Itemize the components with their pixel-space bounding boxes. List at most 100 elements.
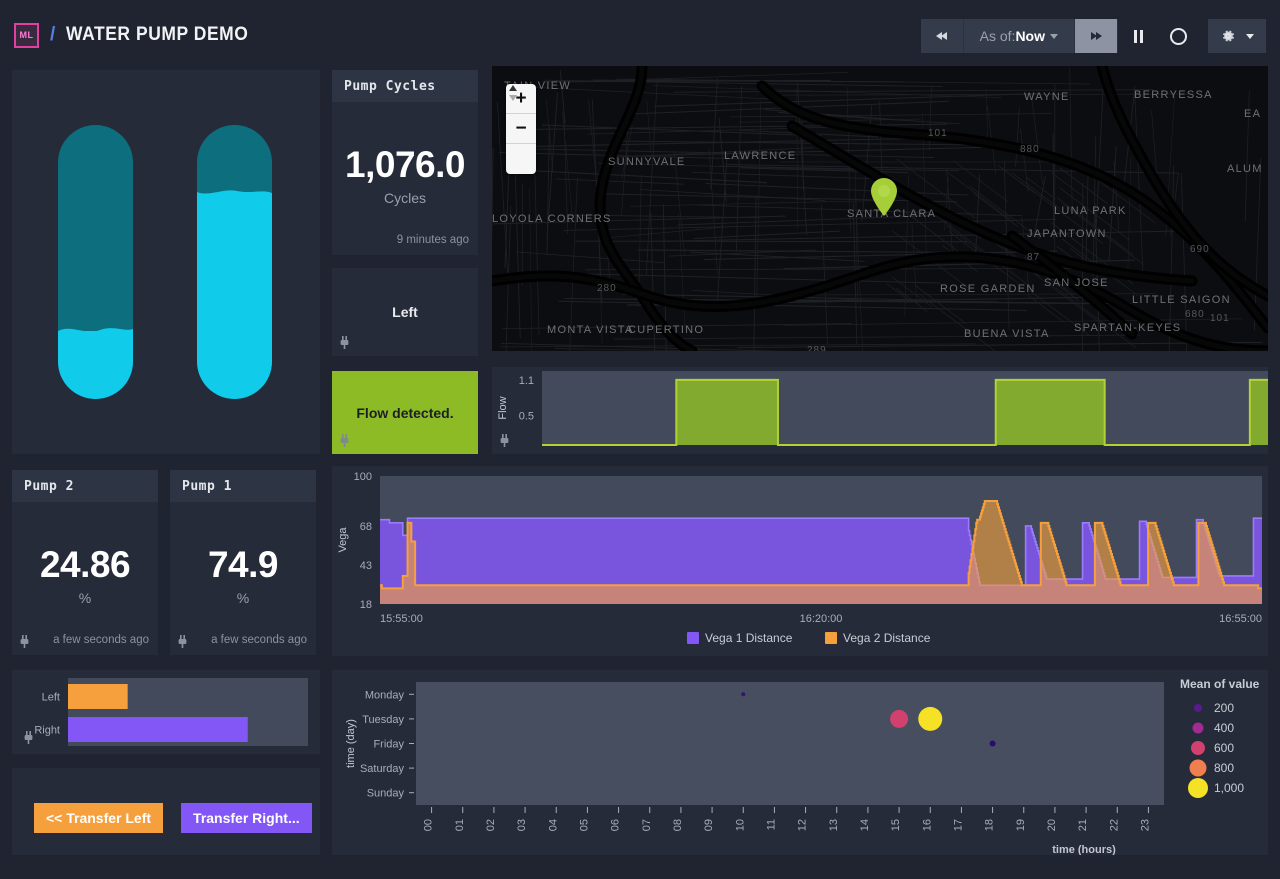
step-back-button[interactable] <box>920 19 964 53</box>
page-title: WATER PUMP DEMO <box>66 24 249 45</box>
tank-gauge-right <box>197 125 272 399</box>
svg-text:08: 08 <box>672 819 684 831</box>
map-road-label: 87 <box>1027 252 1041 263</box>
flow-timeseries-panel: Flow 0.5 1.1 <box>492 367 1268 454</box>
transfer-left-button[interactable]: << Transfer Left <box>34 803 164 833</box>
svg-text:Mean of value: Mean of value <box>1180 677 1260 691</box>
map-zoom-out-button[interactable]: − <box>506 114 536 144</box>
svg-text:00: 00 <box>423 819 435 831</box>
pump1-value: 74.9 <box>207 544 279 585</box>
svg-text:10: 10 <box>734 819 746 831</box>
svg-text:Monday: Monday <box>365 689 405 701</box>
svg-text:18: 18 <box>360 599 372 611</box>
svg-text:17: 17 <box>952 819 964 831</box>
pump1-timestamp: a few seconds ago <box>211 634 307 646</box>
left-indicator-label: Left <box>392 304 418 320</box>
map-panel[interactable]: + − TAIN VIEW SUNNYVALE LAWRENCE LOYOLA COR… <box>492 66 1268 351</box>
chevron-down-icon <box>1246 33 1254 39</box>
app-logo-icon[interactable]: ML <box>14 22 39 48</box>
svg-text:Sunday: Sunday <box>367 788 405 800</box>
svg-text:01: 01 <box>454 819 466 831</box>
svg-text:02: 02 <box>485 819 497 831</box>
tank-right-fill <box>197 193 272 399</box>
map-marker-icon[interactable] <box>870 178 898 216</box>
step-forward-button[interactable] <box>1075 19 1118 53</box>
plug-icon <box>500 434 509 447</box>
tank-left-wave-icon <box>58 328 133 335</box>
svg-text:Left: Left <box>42 692 60 704</box>
as-of-prefix: As of: <box>979 28 1016 44</box>
svg-text:18: 18 <box>984 819 996 831</box>
plug-icon <box>24 731 33 744</box>
svg-text:12: 12 <box>797 819 809 831</box>
rewind-icon <box>935 32 947 40</box>
refresh-icon <box>1169 27 1187 45</box>
refresh-button[interactable] <box>1158 19 1198 53</box>
pump-cycles-timestamp: 9 minutes ago <box>396 234 469 246</box>
transfer-bars-panel: Left Right <box>12 670 320 754</box>
svg-text:Vega 1 Distance: Vega 1 Distance <box>705 631 793 645</box>
svg-text:09: 09 <box>703 819 715 831</box>
svg-text:15: 15 <box>890 819 902 831</box>
svg-text:Right: Right <box>34 725 60 737</box>
vega-chart-svg: Vega 18 43 68 100 15:55:00 16:20:00 16:55:00 Veg… <box>337 471 1262 645</box>
pump-cycles-body: 1,076.0 Cycles 9 minutes ago <box>332 102 478 255</box>
pump1-panel: Pump 1 74.9 % a few seconds ago <box>170 470 316 655</box>
svg-text:20: 20 <box>1046 819 1058 831</box>
map-road-label: 101 <box>928 128 948 139</box>
pump1-units: % <box>236 590 250 606</box>
svg-text:16:55:00: 16:55:00 <box>1219 613 1262 625</box>
map-road-label: 680 <box>1185 309 1205 320</box>
tank-gauges-panel <box>12 70 320 454</box>
pump2-timestamp: a few seconds ago <box>53 634 149 646</box>
svg-text:05: 05 <box>578 819 590 831</box>
plug-icon <box>340 434 349 447</box>
map-zoom-controls[interactable]: + − <box>506 84 536 174</box>
top-bar: ML / WATER PUMP DEMO As of: Now <box>0 0 1280 70</box>
svg-text:07: 07 <box>641 819 653 831</box>
svg-text:21: 21 <box>1077 819 1089 831</box>
chevron-down-icon <box>1050 33 1058 39</box>
pump2-body: 24.86 % a few seconds ago <box>12 502 158 655</box>
pump2-units: % <box>78 590 92 606</box>
svg-text:43: 43 <box>360 560 372 572</box>
gear-icon <box>1223 30 1234 42</box>
transfer-right-button[interactable]: Transfer Right... <box>181 803 312 833</box>
svg-text:11: 11 <box>765 819 777 830</box>
tank-right-wave-icon <box>197 190 272 198</box>
map-road-label: 690 <box>1190 244 1210 255</box>
as-of-dropdown[interactable]: As of: Now <box>963 19 1075 53</box>
svg-text:68: 68 <box>360 521 372 533</box>
map-road-label: 280 <box>597 283 617 294</box>
svg-text:Flow: Flow <box>497 396 509 419</box>
map-road-label: 101 <box>1210 313 1230 324</box>
tank-gauge-left <box>58 125 133 399</box>
svg-text:06: 06 <box>610 819 622 831</box>
svg-text:100: 100 <box>354 471 372 483</box>
svg-text:1.1: 1.1 <box>519 375 534 387</box>
bars-chart-svg: Left Right <box>34 678 308 746</box>
svg-text:Vega: Vega <box>337 527 349 553</box>
transfer-buttons-panel: << Transfer Left Transfer Right... <box>12 768 320 855</box>
breadcrumb-separator: / <box>50 24 56 45</box>
settings-button[interactable] <box>1208 19 1266 53</box>
breadcrumb: ML / WATER PUMP DEMO <box>0 22 265 48</box>
svg-text:16: 16 <box>921 819 933 831</box>
flow-alert-text: Flow detected. <box>356 404 454 421</box>
svg-text:Tuesday: Tuesday <box>362 714 404 726</box>
svg-text:time (hours): time (hours) <box>1052 844 1116 855</box>
svg-text:Saturday: Saturday <box>360 763 405 775</box>
fast-forward-icon <box>1091 32 1102 40</box>
pump1-body: 74.9 % a few seconds ago <box>170 502 316 655</box>
svg-text:14: 14 <box>859 819 871 831</box>
svg-text:23: 23 <box>1139 819 1151 831</box>
map-compass-button[interactable] <box>506 85 536 174</box>
flow-chart-svg: Flow 0.5 1.1 <box>497 371 1268 446</box>
pump1-title: Pump 1 <box>170 470 316 502</box>
svg-text:22: 22 <box>1108 819 1120 831</box>
plug-icon <box>20 635 29 648</box>
pause-button[interactable] <box>1118 19 1158 53</box>
pause-icon <box>1133 29 1143 43</box>
tank-left-fill <box>58 330 133 399</box>
flow-alert-panel: Flow detected. <box>332 371 478 454</box>
